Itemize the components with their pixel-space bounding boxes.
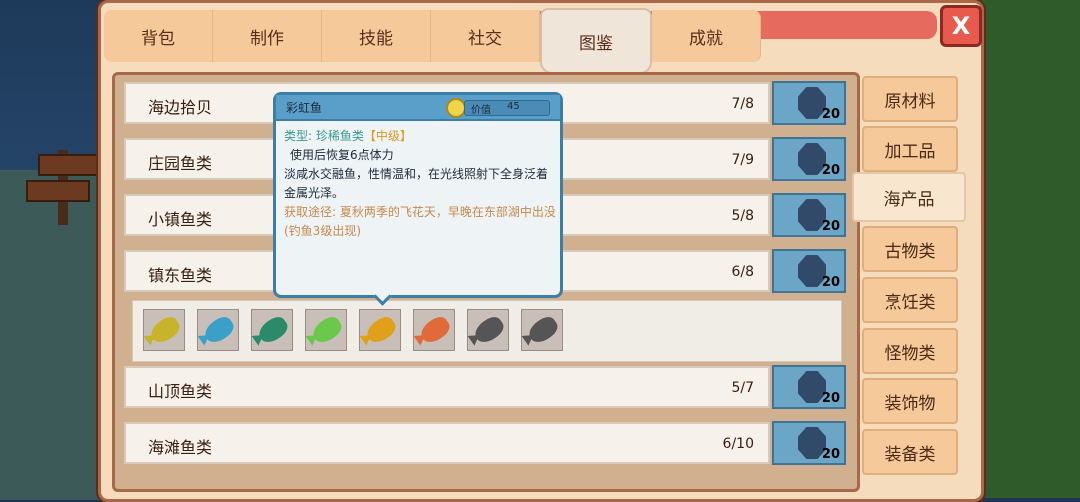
category-name: 海滩鱼类 [148,438,213,457]
category-name: 庄园鱼类 [148,154,213,173]
tab-skills[interactable]: 技能 [322,10,431,62]
fish-icon [146,313,184,347]
coin-icon [446,98,466,118]
reward-qty: 20 [821,391,840,406]
reward-button[interactable]: 20 [772,137,846,181]
fish-icon [308,313,346,347]
fish-slot[interactable] [197,309,239,351]
tooltip-item-name: 彩虹鱼 [286,101,323,115]
tab-achievements[interactable]: 成就 [652,10,761,62]
reward-button[interactable]: 20 [772,193,846,237]
fish-slot[interactable] [413,309,455,351]
fish-slot[interactable] [251,309,293,351]
item-effect: 使用后恢复6点体力 [290,148,394,162]
category-count: 6/8 [731,264,754,280]
unknown-fish-icon [470,313,508,347]
reward-button[interactable]: 20 [772,81,846,125]
sidebar-item-cooking[interactable]: 烹饪类 [862,277,958,323]
tab-collection[interactable]: 图鉴 [540,8,652,74]
sidebar-item-decor[interactable]: 装饰物 [862,378,958,424]
tab-bar: 背包 制作 技能 社交 图鉴 成就 [104,8,761,74]
reward-qty: 20 [821,107,840,122]
category-count: 6/10 [722,436,754,452]
category-row[interactable]: 海滩鱼类 6/10 [124,422,770,464]
item-type: 类型: 珍稀鱼类 [284,129,364,143]
tooltip-header: 彩虹鱼 价值 45 [276,95,560,121]
tooltip-body: 类型: 珍稀鱼类【中级】 使用后恢复6点体力 淡咸水交融鱼，性情温和，在光线照射… [284,127,556,241]
reward-button[interactable]: 20 [772,365,846,409]
item-description: 淡咸水交融鱼，性情温和，在光线照射下全身泛着金属光泽。 [284,167,549,200]
category-name: 镇东鱼类 [148,266,213,285]
close-button[interactable]: X [940,5,982,47]
reward-button[interactable]: 20 [772,421,846,465]
category-count: 7/8 [731,96,754,112]
reward-button[interactable]: 20 [772,249,846,293]
reward-qty: 20 [821,447,840,462]
category-count: 7/9 [731,152,754,168]
fish-icon [254,313,292,347]
category-count: 5/7 [731,380,754,396]
sidebar-item-antiques[interactable]: 古物类 [862,226,958,272]
fish-slot-locked[interactable] [521,309,563,351]
value-number: 45 [507,101,520,112]
sidebar-item-seafood[interactable]: 海产品 [852,172,966,222]
fish-icon [362,313,400,347]
tab-social[interactable]: 社交 [431,10,540,62]
sidebar-item-raw-materials[interactable]: 原材料 [862,76,958,122]
reward-qty: 20 [821,219,840,234]
unknown-fish-icon [524,313,562,347]
item-tooltip: 彩虹鱼 价值 45 类型: 珍稀鱼类【中级】 使用后恢复6点体力 淡咸水交融鱼，… [273,92,563,306]
fish-collection-grid [132,300,842,362]
sidebar-item-monster[interactable]: 怪物类 [862,328,958,374]
value-bar: 价值 45 [464,100,550,116]
value-label: 价值 [471,105,491,116]
item-source: 获取途径: 夏秋两季的飞花天，早晚在东部湖中出没(钓鱼3级出现) [284,205,556,238]
category-name: 山顶鱼类 [148,382,213,401]
tab-inventory[interactable]: 背包 [104,10,213,62]
sidebar-item-processed[interactable]: 加工品 [862,126,958,172]
item-grade: 【中级】 [363,129,412,143]
category-row[interactable]: 山顶鱼类 5/7 [124,366,770,408]
fish-slot-locked[interactable] [467,309,509,351]
tab-crafting[interactable]: 制作 [213,10,322,62]
wooden-signpost [26,150,102,225]
fish-slot[interactable] [359,309,401,351]
reward-qty: 20 [821,163,840,178]
fish-icon [416,313,454,347]
sidebar-item-equipment[interactable]: 装备类 [862,429,958,475]
category-name: 小镇鱼类 [148,210,213,229]
category-name: 海边拾贝 [148,98,213,117]
fish-slot[interactable] [305,309,347,351]
category-count: 5/8 [731,208,754,224]
reward-qty: 20 [821,275,840,290]
fish-slot[interactable] [143,309,185,351]
fish-icon [200,313,238,347]
